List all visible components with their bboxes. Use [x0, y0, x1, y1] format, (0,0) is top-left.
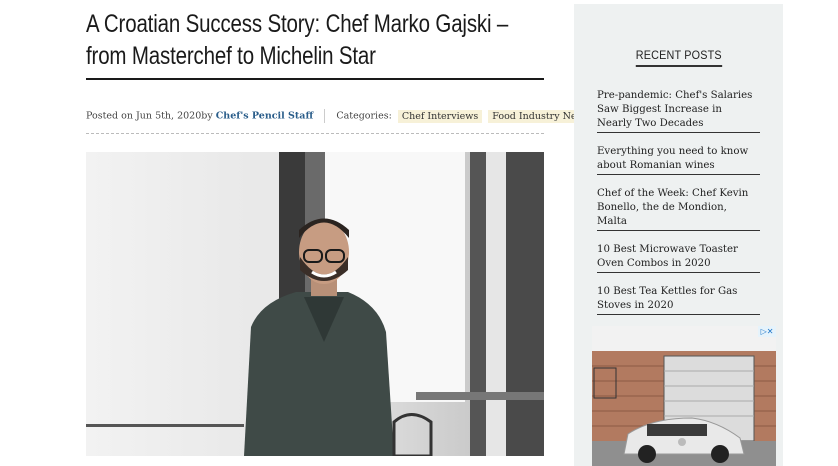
article-hero-image	[86, 152, 544, 456]
recent-posts-list: Pre-pandemic: Chef's Salaries Saw Bigges…	[597, 89, 760, 327]
article-meta: Posted on Jun 5th, 2020by Chef's Pencil …	[86, 109, 594, 125]
recent-post-link[interactable]: Chef of the Week: Chef Kevin Bonello, th…	[597, 187, 760, 231]
sidebar-advertisement[interactable]: ▷✕	[592, 326, 776, 466]
article-main: A Croatian Success Story: Chef Marko Gaj…	[86, 0, 594, 456]
recent-post-link[interactable]: 10 Best Tea Kettles for Gas Stoves in 20…	[597, 285, 760, 315]
recent-posts-heading: RECENT POSTS	[574, 48, 783, 67]
category-chef-interviews[interactable]: Chef Interviews	[397, 109, 483, 123]
recent-post-link[interactable]: 10 Best Microwave Toaster Oven Combos in…	[597, 243, 760, 273]
recent-post-link[interactable]: Pre-pandemic: Chef's Salaries Saw Bigges…	[597, 89, 760, 133]
ad-choices-icon[interactable]: ▷✕	[758, 326, 776, 337]
article-title: A Croatian Success Story: Chef Marko Gaj…	[86, 10, 509, 70]
recent-post-link[interactable]: Everything you need to know about Romani…	[597, 145, 760, 175]
title-divider	[86, 78, 544, 80]
meta-divider	[86, 133, 544, 134]
posted-date: Posted on Jun 5th, 2020by	[86, 110, 213, 122]
sidebar: RECENT POSTS Pre-pandemic: Chef's Salari…	[574, 4, 783, 466]
author-link[interactable]: Chef's Pencil Staff	[216, 111, 314, 122]
categories-label: Categories:	[336, 110, 392, 122]
meta-separator	[324, 109, 326, 123]
